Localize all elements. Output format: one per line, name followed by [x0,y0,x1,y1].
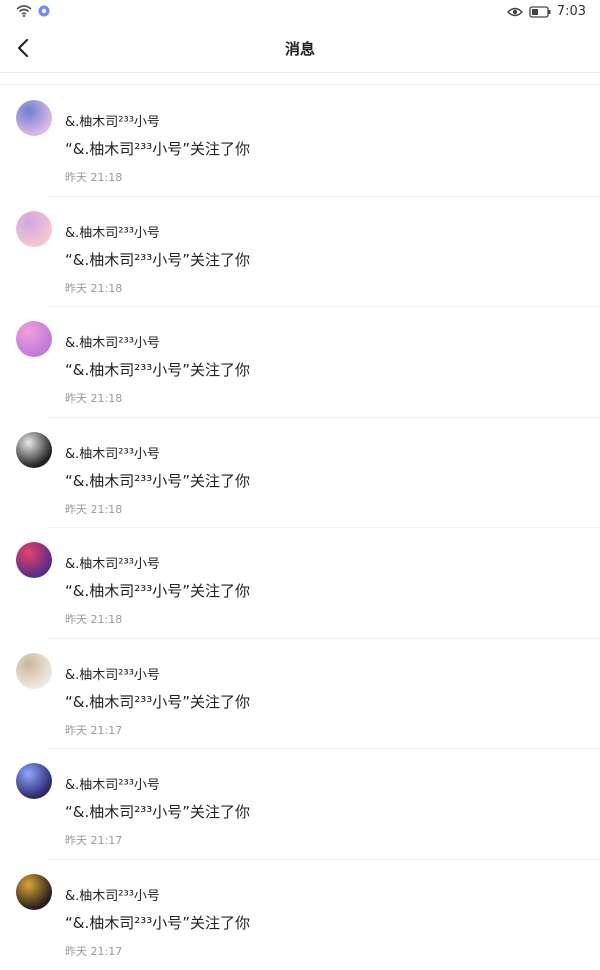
avatar[interactable] [16,542,52,578]
message-text: “&.柚木司²³³小号”关注了你 [65,359,250,380]
avatar[interactable] [16,100,52,136]
message-item[interactable]: &.柚木司²³³小号 “&.柚木司²³³小号”关注了你 昨天 21:17 [0,749,600,860]
message-time: 昨天 21:17 [65,832,122,848]
avatar[interactable] [16,763,52,799]
avatar[interactable] [16,321,52,357]
message-item[interactable]: &.柚木司²³³小号 “&.柚木司²³³小号”关注了你 昨天 21:18 [0,528,600,639]
message-time: 昨天 21:17 [65,722,122,738]
message-text: “&.柚木司²³³小号”关注了你 [65,691,250,712]
message-item[interactable]: &.柚木司²³³小号 “&.柚木司²³³小号”关注了你 昨天 21:17 [0,860,600,970]
message-item[interactable]: &.柚木司²³³小号 “&.柚木司²³³小号”关注了你 昨天 21:17 [0,639,600,750]
sender-name: &.柚木司²³³小号 [65,885,160,904]
status-time: 7:03 [557,4,586,19]
message-time: 昨天 21:18 [65,501,122,517]
message-text: “&.柚木司²³³小号”关注了你 [65,580,250,601]
message-time: 昨天 21:17 [65,943,122,959]
sender-name: &.柚木司²³³小号 [65,332,160,351]
message-list: &.柚木司²³³小号 “&.柚木司²³³小号”关注了你 昨天 21:18 &.柚… [0,86,600,970]
page-title: 消息 [0,38,600,59]
avatar[interactable] [16,432,52,468]
message-text: “&.柚木司²³³小号”关注了你 [65,801,250,822]
message-text: “&.柚木司²³³小号”关注了你 [65,249,250,270]
header-divider [0,84,600,85]
wifi-icon [16,5,32,17]
message-item[interactable]: &.柚木司²³³小号 “&.柚木司²³³小号”关注了你 昨天 21:18 [0,418,600,529]
status-left [16,5,50,17]
message-time: 昨天 21:18 [65,390,122,406]
avatar[interactable] [16,653,52,689]
message-time: 昨天 21:18 [65,169,122,185]
message-time: 昨天 21:18 [65,611,122,627]
sender-name: &.柚木司²³³小号 [65,553,160,572]
sender-name: &.柚木司²³³小号 [65,664,160,683]
app-notification-icon [38,5,50,17]
message-text: “&.柚木司²³³小号”关注了你 [65,470,250,491]
battery-icon [529,6,551,18]
status-right: 7:03 [507,4,586,19]
message-time: 昨天 21:18 [65,280,122,296]
sender-name: &.柚木司²³³小号 [65,443,160,462]
message-text: “&.柚木司²³³小号”关注了你 [65,138,250,159]
sender-name: &.柚木司²³³小号 [65,111,160,130]
message-item[interactable]: &.柚木司²³³小号 “&.柚木司²³³小号”关注了你 昨天 21:18 [0,307,600,418]
app-bar: 消息 [0,24,600,73]
sender-name: &.柚木司²³³小号 [65,774,160,793]
eye-icon [507,6,523,18]
message-text: “&.柚木司²³³小号”关注了你 [65,912,250,933]
message-item[interactable]: &.柚木司²³³小号 “&.柚木司²³³小号”关注了你 昨天 21:18 [0,197,600,308]
avatar[interactable] [16,874,52,910]
sender-name: &.柚木司²³³小号 [65,222,160,241]
message-item[interactable]: &.柚木司²³³小号 “&.柚木司²³³小号”关注了你 昨天 21:18 [0,86,600,197]
status-bar: 7:03 [0,0,600,24]
avatar[interactable] [16,211,52,247]
